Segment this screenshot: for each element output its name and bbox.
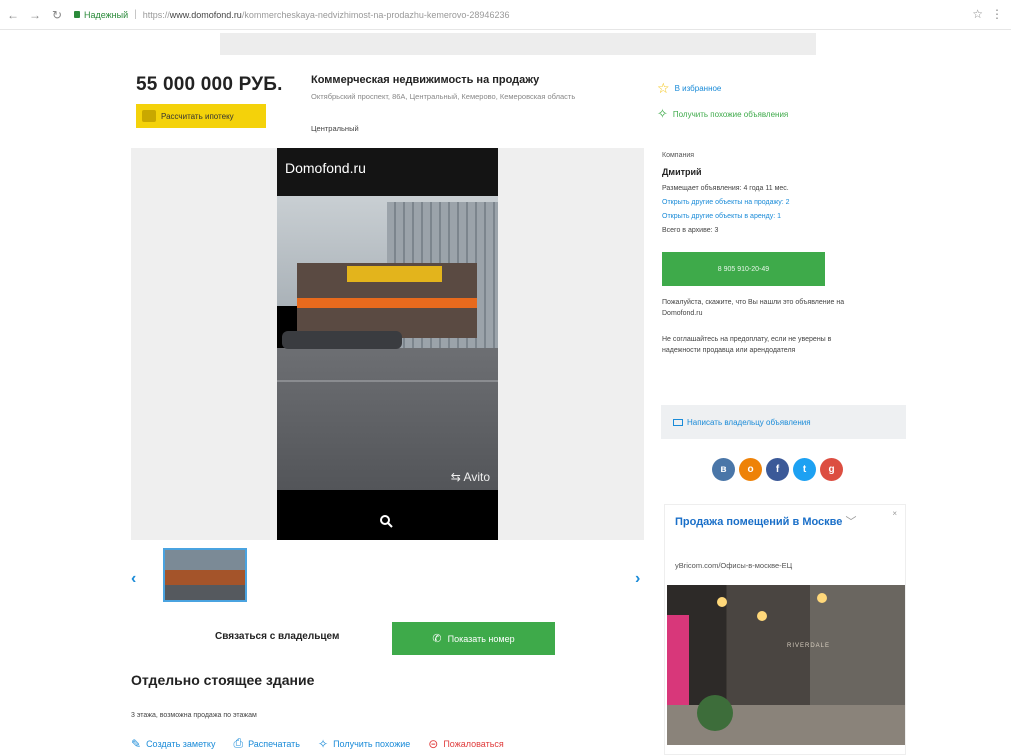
- listing-district: Центральный: [311, 124, 359, 133]
- social-share: вoftg: [712, 458, 843, 481]
- vk-icon[interactable]: в: [712, 458, 735, 481]
- wand-icon: ✧: [318, 736, 329, 751]
- description-text: 3 этажа, возможна продажа по этажам: [131, 712, 257, 719]
- add-to-favorites[interactable]: ☆ В избранное: [657, 80, 721, 97]
- ad-image[interactable]: RIVERDALE: [667, 585, 905, 745]
- chevron-down-icon: ﹀: [845, 516, 857, 528]
- ok-icon[interactable]: o: [739, 458, 762, 481]
- complain-link[interactable]: ⊝ Пожаловаться: [428, 736, 504, 751]
- ad-brand-text: RIVERDALE: [787, 643, 831, 649]
- lock-icon: [74, 11, 80, 18]
- show-phone-button[interactable]: ✆ Показать номер: [392, 622, 555, 655]
- phone-icon: ✆: [432, 633, 442, 645]
- warning-icon: ⊝: [428, 736, 439, 751]
- address-bar[interactable]: https://www.domofond.ru/kommercheskaya-n…: [143, 10, 743, 20]
- envelope-icon: [673, 418, 683, 426]
- mortgage-calculator-button[interactable]: Рассчитать ипотеку: [136, 104, 266, 128]
- close-ad-icon[interactable]: ×: [892, 509, 897, 518]
- archive-count: Всего в архиве: 3: [662, 227, 719, 234]
- secure-indicator[interactable]: Надежный: [74, 10, 128, 20]
- secure-label: Надежный: [84, 9, 129, 20]
- forward-icon[interactable]: →: [26, 8, 44, 22]
- back-icon[interactable]: ←: [4, 8, 22, 22]
- gallery-thumbnail[interactable]: [163, 548, 247, 602]
- gallery-next-arrow[interactable]: ›: [635, 570, 640, 588]
- mention-domofond-note: Пожалуйста, скажите, что Вы нашли это об…: [662, 299, 845, 317]
- gallery-prev-arrow[interactable]: ‹: [131, 570, 136, 588]
- other-rent-link[interactable]: Открыть другие объекты в аренду: 1: [662, 212, 781, 222]
- menu-icon[interactable]: ⋮: [991, 7, 1003, 21]
- domofond-logo: Domofond.ru: [285, 160, 366, 176]
- ad-title[interactable]: Продажа помещений в Москве ﹀: [675, 515, 875, 530]
- browser-toolbar: ← → ↻ Надежный | https://www.domofond.ru…: [0, 0, 1011, 30]
- create-note-link[interactable]: ✎ Создать заметку: [131, 736, 215, 751]
- contact-owner-label: Связаться с владельцем: [215, 631, 340, 642]
- seller-name: Дмитрий: [662, 167, 702, 177]
- calculator-icon: [142, 110, 156, 122]
- get-similar-ads[interactable]: ✧ Получить похожие объявления: [657, 106, 788, 122]
- reload-icon[interactable]: ↻: [48, 8, 66, 22]
- company-label: Компания: [662, 152, 695, 159]
- printer-icon: ⎙: [233, 736, 244, 750]
- star-icon: ☆: [657, 80, 670, 96]
- google-plus-icon[interactable]: g: [820, 458, 843, 481]
- zoom-icon[interactable]: [379, 514, 393, 528]
- note-icon: ✎: [131, 736, 142, 751]
- main-photo[interactable]: Domofond.ru ⇆ Avito: [277, 148, 498, 540]
- avito-watermark: ⇆ Avito: [450, 470, 490, 484]
- other-sale-link[interactable]: Открыть другие объекты на продажу: 2: [662, 198, 790, 208]
- twitter-icon[interactable]: t: [793, 458, 816, 481]
- write-owner-button[interactable]: Написать владельцу объявления: [661, 405, 906, 439]
- print-link[interactable]: ⎙ Распечатать: [233, 736, 300, 751]
- listing-address: Октябрьский проспект, 86А, Центральный, …: [311, 92, 576, 101]
- price: 55 000 000 РУБ.: [136, 74, 283, 95]
- posting-since: Размещает объявления: 4 года 11 мес.: [662, 185, 789, 192]
- top-banner-placeholder: [220, 33, 816, 55]
- listing-actions: ✎ Создать заметку ⎙ Распечатать ✧ Получить …: [131, 736, 504, 751]
- prepayment-warning: Не соглашайтесь на предоплату, если не у…: [662, 336, 832, 354]
- get-similar-link[interactable]: ✧ Получить похожие: [318, 736, 410, 751]
- listing-title: Коммерческая недвижимость на продажу: [311, 74, 540, 86]
- bookmark-star-icon[interactable]: ☆: [972, 7, 983, 21]
- seller-phone-button[interactable]: 8 905 910-20-49: [662, 252, 825, 286]
- wand-icon: ✧: [657, 106, 668, 121]
- facebook-icon[interactable]: f: [766, 458, 789, 481]
- description-heading: Отдельно стоящее здание: [131, 672, 315, 688]
- ad-domain[interactable]: yBricom.com/Офисы-в-москве-ЕЦ: [675, 561, 792, 570]
- advertisement[interactable]: × Продажа помещений в Москве ﹀ yBricom.c…: [664, 504, 906, 755]
